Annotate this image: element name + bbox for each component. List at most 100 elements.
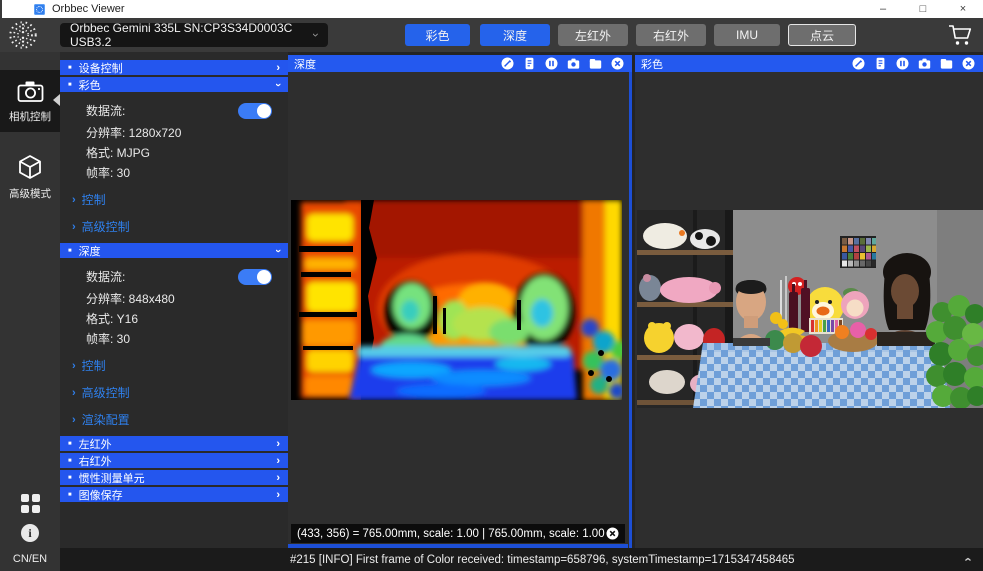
section-header-right-ir[interactable]: ■ 右红外 › [60,453,288,468]
section-header-left-ir[interactable]: ■ 左红外 › [60,436,288,451]
chevron-right-icon: › [276,489,280,501]
depth-viewer-panel: 深度 [288,55,632,548]
depth-fps: 帧率: 30 [86,330,274,347]
stream-label: 数据流: [86,268,125,285]
color-viewer-panel: 彩色 [635,55,983,548]
window-title: Orbbec Viewer [52,3,125,15]
sidebar-item-label: 高级模式 [9,186,51,201]
depth-viewer-title: 深度 [294,56,316,72]
section-title: 设备控制 [79,60,123,76]
snapshot-icon[interactable] [567,57,580,70]
vertical-scrollbar[interactable] [629,72,632,548]
depth-section-body: 数据流: 分辨率: 848x480 格式: Y16 帧率: 30 › 控制 › … [60,260,288,436]
record-icon[interactable] [589,57,602,70]
depth-measure-bar: (433, 356) = 765.00mm, scale: 1.00 | 765… [291,524,625,543]
stream-button-pointcloud[interactable]: 点云 [788,24,856,46]
depth-stream-image[interactable] [291,200,622,400]
sidebar-bottom: i CN/EN [0,494,60,565]
apps-grid-icon[interactable] [21,494,40,513]
device-selector-dropdown[interactable]: Orbbec Gemini 335L SN:CP3S34D0003C USB3.… [60,23,328,47]
close-button[interactable]: × [943,0,983,18]
color-section-body: 数据流: 分辨率: 1280x720 格式: MJPG 帧率: 30 › 控制 … [60,94,288,243]
stream-button-right-ir[interactable]: 右红外 [636,24,706,46]
orbbec-viewer-window: Orbbec Viewer – □ × Orbbec Gemini 335L S… [0,0,983,571]
color-viewer-header: 彩色 [635,55,983,72]
flip-icon[interactable] [852,57,865,70]
minimize-button[interactable]: – [863,0,903,18]
status-message: #215 [INFO] First frame of Color receive… [290,554,795,566]
toolbar: Orbbec Gemini 335L SN:CP3S34D0003C USB3.… [0,18,983,52]
maximize-button[interactable]: □ [903,0,943,18]
record-icon[interactable] [940,57,953,70]
depth-stream-toggle[interactable] [238,269,272,285]
section-header-device-control[interactable]: ■ 设备控制 › [60,60,288,75]
pause-icon[interactable] [896,57,909,70]
bullet-icon: ■ [68,441,72,447]
color-stream-image[interactable] [637,210,983,408]
chevron-up-icon[interactable]: › [959,557,974,561]
bullet-icon: ■ [68,248,72,254]
metadata-icon[interactable] [874,57,887,70]
flip-icon[interactable] [501,57,514,70]
depth-control-link[interactable]: › 控制 [72,357,274,374]
sidebar-item-label: 相机控制 [9,109,51,124]
chevron-down-icon: › [272,83,284,87]
selected-indicator [53,94,60,106]
chevron-down-icon: › [309,33,323,37]
titlebar: Orbbec Viewer – □ × [0,0,983,18]
section-title: 左红外 [79,436,112,452]
info-icon[interactable]: i [21,524,39,542]
color-viewer-title: 彩色 [641,56,663,72]
stream-button-depth[interactable]: 深度 [480,24,550,46]
section-header-imu[interactable]: ■ 惯性测量单元 › [60,470,288,485]
depth-viewer-header: 深度 [288,55,632,72]
section-header-depth[interactable]: ■ 深度 › [60,243,288,258]
depth-advanced-control-link[interactable]: › 高级控制 [72,384,274,401]
orbbec-logo-icon [7,19,39,51]
cube-icon [17,154,43,180]
section-header-color[interactable]: ■ 彩色 › [60,77,288,92]
color-format: 格式: MJPG [86,144,274,161]
chevron-right-icon: › [276,472,280,484]
cart-icon[interactable] [947,23,973,47]
stream-button-left-ir[interactable]: 左红外 [558,24,628,46]
app-logo-icon [34,4,45,15]
sidebar-item-advanced-mode[interactable]: 高级模式 [0,144,60,209]
section-title: 图像保存 [79,487,123,503]
depth-resolution: 分辨率: 848x480 [86,290,274,307]
section-title: 右红外 [79,453,112,469]
bullet-icon: ■ [68,65,72,71]
close-icon[interactable] [962,57,975,70]
close-icon[interactable] [611,57,624,70]
color-fps: 帧率: 30 [86,164,274,181]
color-control-link[interactable]: › 控制 [72,191,274,208]
chevron-right-icon: › [72,414,76,426]
depth-measure-text: (433, 356) = 765.00mm, scale: 1.00 | 765… [297,528,605,540]
sidebar-item-camera-control[interactable]: 相机控制 [0,70,60,132]
bullet-icon: ■ [68,475,72,481]
snapshot-icon[interactable] [918,57,931,70]
color-advanced-control-link[interactable]: › 高级控制 [72,218,274,235]
chevron-right-icon: › [276,62,280,74]
stream-button-imu[interactable]: IMU [714,24,780,46]
metadata-icon[interactable] [523,57,536,70]
control-panel: ■ 设备控制 › ■ 彩色 › 数据流: 分辨率: 1280x720 格式: M… [60,52,288,548]
pause-icon[interactable] [545,57,558,70]
sidebar: 相机控制 高级模式 i CN/EN [0,52,60,571]
window-controls: – □ × [863,0,983,18]
chevron-right-icon: › [72,194,76,206]
close-icon[interactable] [606,527,619,540]
section-title: 惯性测量单元 [79,470,145,486]
chevron-right-icon: › [72,387,76,399]
viewport: 深度 [288,52,983,548]
chevron-right-icon: › [276,455,280,467]
language-toggle[interactable]: CN/EN [13,553,47,565]
color-resolution: 分辨率: 1280x720 [86,124,274,141]
stream-button-color[interactable]: 彩色 [405,24,470,46]
depth-render-config-link[interactable]: › 渲染配置 [72,411,274,428]
section-title: 深度 [79,243,101,259]
section-header-image-save[interactable]: ■ 图像保存 › [60,487,288,502]
bullet-icon: ■ [68,492,72,498]
camera-icon [17,80,44,103]
color-stream-toggle[interactable] [238,103,272,119]
